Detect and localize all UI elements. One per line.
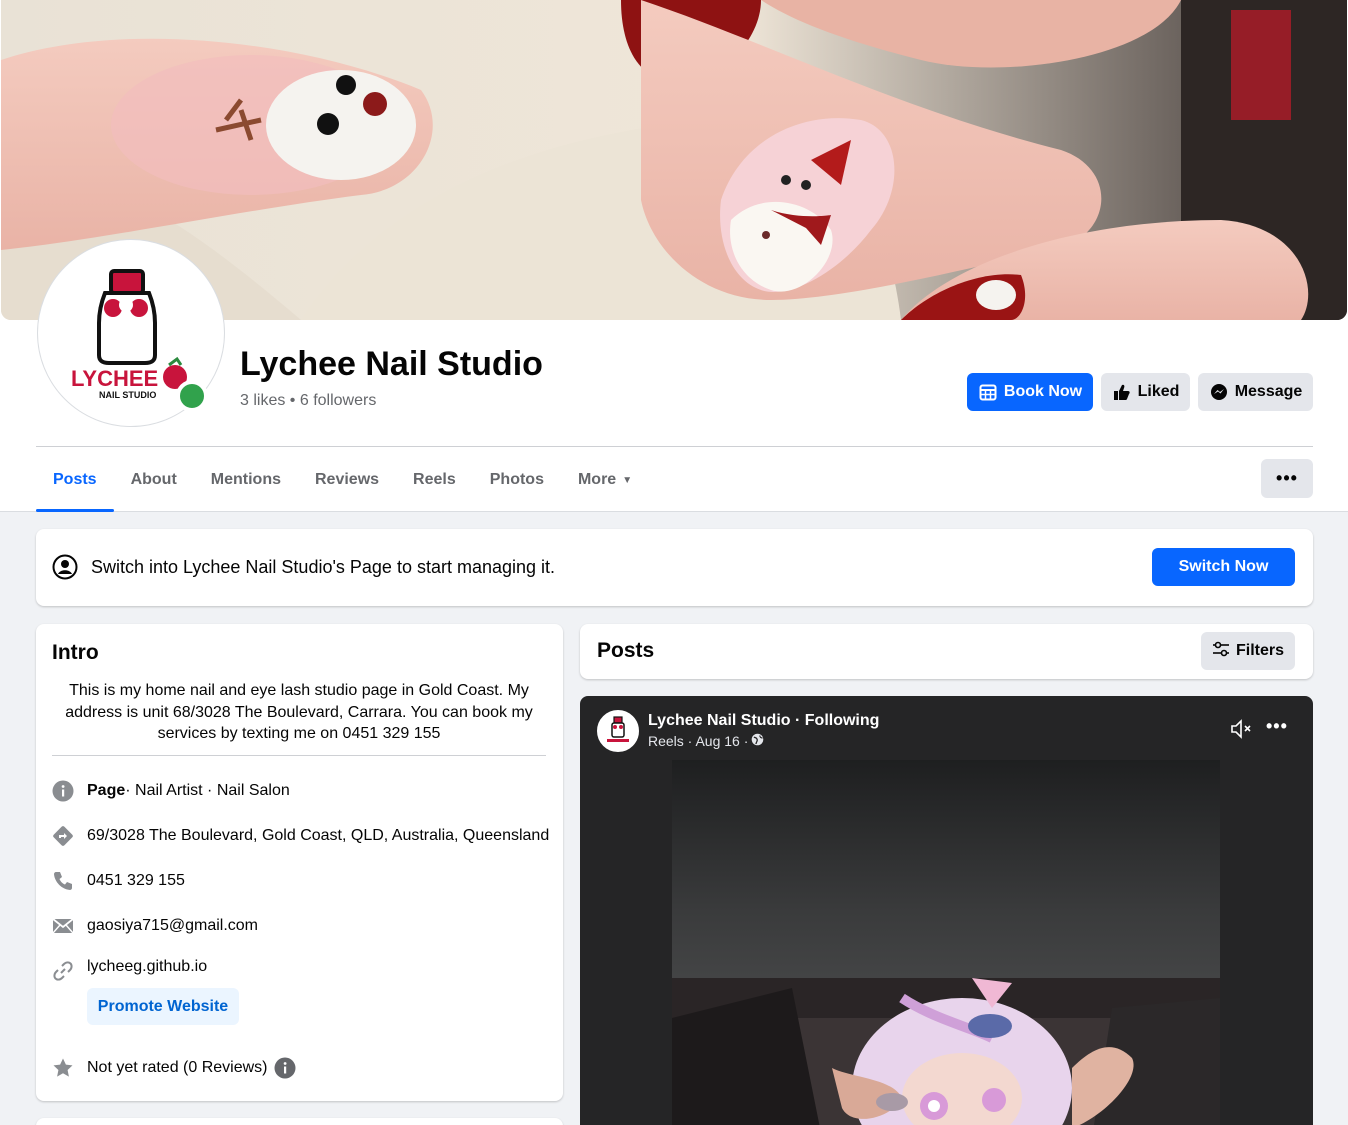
- intro-divider: [52, 755, 546, 756]
- message-button[interactable]: Message: [1198, 373, 1313, 411]
- category-values: · Nail Artist · Nail Salon: [125, 782, 290, 799]
- header-divider: [36, 446, 1313, 447]
- reel-options-button[interactable]: •••: [1266, 716, 1288, 737]
- thumbs-up-icon: [1112, 382, 1132, 402]
- caret-down-icon: ▼: [622, 474, 633, 486]
- liked-label: Liked: [1137, 383, 1180, 400]
- category-label: Page: [87, 782, 126, 799]
- promote-website-button[interactable]: Promote Website: [87, 988, 239, 1025]
- tab-label: About: [130, 471, 177, 488]
- avatar-sub-text: NAIL STUDIO: [99, 390, 156, 400]
- book-now-button[interactable]: Book Now: [967, 373, 1093, 411]
- page-stats[interactable]: 3 likes • 6 followers: [240, 392, 376, 410]
- tab-reviews[interactable]: Reviews: [298, 448, 396, 512]
- intro-title: Intro: [52, 641, 99, 664]
- calendar-icon: [978, 382, 998, 402]
- next-card: [36, 1118, 563, 1125]
- switch-profile-banner: Switch into Lychee Nail Studio's Page to…: [36, 529, 1313, 606]
- info-phone: 0451 329 155: [52, 870, 185, 892]
- avatar-brand-text: LYCHEE: [71, 366, 158, 391]
- intro-card: Intro This is my home nail and eye lash …: [36, 624, 563, 1101]
- messenger-icon: [1209, 382, 1229, 402]
- email-text[interactable]: gaosiya715@gmail.com: [87, 917, 258, 935]
- info-icon[interactable]: [274, 1057, 296, 1079]
- info-email: gaosiya715@gmail.com: [52, 915, 258, 937]
- sliders-icon: [1212, 641, 1230, 662]
- tab-label: Posts: [53, 471, 97, 488]
- tab-label: Mentions: [210, 471, 281, 488]
- page-title: Lychee Nail Studio: [240, 345, 543, 383]
- posts-title: Posts: [597, 639, 655, 662]
- reel-post[interactable]: Lychee Nail Studio · Following Reels · A…: [580, 696, 1313, 1125]
- message-label: Message: [1234, 383, 1303, 400]
- tab-more[interactable]: More ▼: [561, 448, 649, 512]
- tab-about[interactable]: About: [114, 448, 194, 512]
- tab-label: More: [577, 471, 617, 488]
- phone-icon: [52, 870, 74, 892]
- tab-label: Reels: [413, 471, 456, 488]
- link-icon: [52, 956, 74, 981]
- reel-meta-text[interactable]: Reels · Aug 16 ·: [648, 733, 748, 749]
- profile-switch-icon: [52, 554, 78, 580]
- tab-label: Reviews: [315, 471, 380, 488]
- profile-tabs: Posts About Mentions Reviews Reels Photo…: [36, 448, 649, 512]
- switch-banner-text: Switch into Lychee Nail Studio's Page to…: [91, 557, 556, 577]
- info-category: Page · Nail Artist · Nail Salon: [52, 780, 290, 802]
- reel-meta: Reels · Aug 16 ·: [648, 733, 764, 749]
- filters-label: Filters: [1235, 642, 1284, 659]
- tab-photos[interactable]: Photos: [473, 448, 561, 512]
- online-status-dot: [176, 380, 208, 412]
- tab-label: Photos: [489, 471, 544, 488]
- more-options-button[interactable]: •••: [1261, 459, 1313, 498]
- filters-button[interactable]: Filters: [1201, 632, 1295, 670]
- info-rating: Not yet rated (0 Reviews): [52, 1057, 296, 1079]
- reel-author-avatar[interactable]: [597, 710, 639, 752]
- phone-text[interactable]: 0451 329 155: [87, 872, 185, 890]
- info-website: lycheeg.github.io: [52, 956, 207, 981]
- liked-button[interactable]: Liked: [1101, 373, 1190, 411]
- book-now-label: Book Now: [1003, 383, 1083, 400]
- speaker-muted-icon[interactable]: [1230, 718, 1254, 740]
- tab-mentions[interactable]: Mentions: [194, 448, 298, 512]
- tab-reels[interactable]: Reels: [396, 448, 473, 512]
- tab-posts[interactable]: Posts: [36, 448, 114, 512]
- globe-icon: [751, 733, 764, 749]
- address-text[interactable]: 69/3028 The Boulevard, Gold Coast, QLD, …: [87, 827, 549, 845]
- intro-bio: This is my home nail and eye lash studio…: [65, 682, 533, 742]
- star-icon: [52, 1057, 74, 1079]
- website-link[interactable]: lycheeg.github.io: [87, 958, 207, 976]
- directions-icon: [52, 825, 74, 847]
- posts-header-card: Posts Filters: [580, 624, 1313, 679]
- info-address: 69/3028 The Boulevard, Gold Coast, QLD, …: [52, 825, 549, 847]
- switch-now-button[interactable]: Switch Now: [1152, 548, 1295, 586]
- rating-text: Not yet rated (0 Reviews): [87, 1059, 268, 1076]
- reel-video-frame: [672, 978, 1220, 1125]
- reel-author-name[interactable]: Lychee Nail Studio · Following: [648, 712, 879, 730]
- cover-photo[interactable]: [1, 0, 1347, 320]
- envelope-icon: [52, 915, 74, 937]
- info-icon: [52, 780, 74, 802]
